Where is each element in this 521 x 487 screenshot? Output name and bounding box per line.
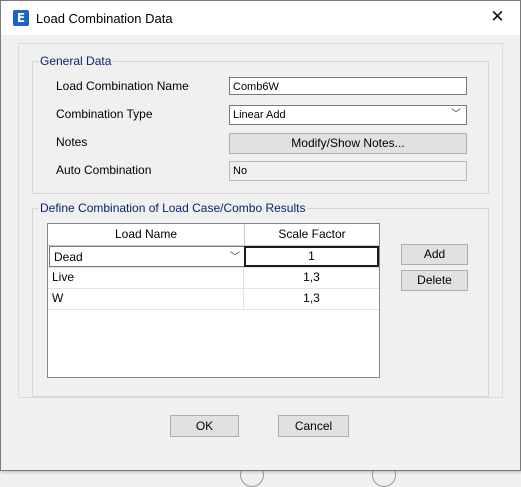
- table-row[interactable]: Live 1,3: [48, 267, 379, 289]
- combination-type-value: Linear Add: [233, 109, 286, 121]
- load-name-value: Dead: [54, 250, 83, 264]
- scale-factor-cell[interactable]: 1,3: [244, 267, 379, 288]
- table-row[interactable]: Dead ﹀ 1: [48, 246, 379, 268]
- window-title: Load Combination Data: [36, 11, 173, 26]
- scale-factor-cell[interactable]: 1: [244, 246, 379, 267]
- combination-type-label: Combination Type: [56, 107, 153, 121]
- chevron-down-icon: ﹀: [230, 252, 240, 263]
- close-icon: ✕: [490, 7, 505, 27]
- combination-type-select[interactable]: Linear Add ﹀: [229, 105, 467, 125]
- app-icon: E: [13, 10, 29, 26]
- chevron-down-icon: ﹀: [451, 109, 461, 120]
- load-combination-dialog: E Load Combination Data ✕ General Data L…: [0, 0, 521, 471]
- load-name-select[interactable]: Dead ﹀: [49, 246, 245, 267]
- ok-button[interactable]: OK: [170, 415, 239, 437]
- define-combination-group-label: Define Combination of Load Case/Combo Re…: [38, 201, 308, 215]
- column-header-load-name[interactable]: Load Name: [48, 224, 245, 245]
- column-header-scale-factor[interactable]: Scale Factor: [245, 224, 379, 245]
- grid-header: Load Name Scale Factor: [48, 224, 379, 246]
- add-row-button[interactable]: Add: [401, 244, 468, 265]
- general-data-group-label: General Data: [38, 54, 114, 68]
- load-case-grid[interactable]: Load Name Scale Factor Dead ﹀ 1 Live 1,3…: [47, 223, 380, 378]
- notes-label: Notes: [56, 135, 88, 149]
- auto-combination-value: No: [229, 161, 467, 181]
- table-row[interactable]: W 1,3: [48, 288, 379, 310]
- modify-show-notes-button[interactable]: Modify/Show Notes...: [229, 133, 467, 154]
- combination-name-label: Load Combination Name: [56, 79, 189, 93]
- cancel-button[interactable]: Cancel: [278, 415, 349, 437]
- delete-row-button[interactable]: Delete: [401, 270, 468, 291]
- combination-name-input[interactable]: Comb6W: [229, 77, 467, 95]
- title-bar[interactable]: E Load Combination Data ✕: [1, 1, 520, 35]
- load-name-cell[interactable]: W: [48, 288, 244, 309]
- close-button[interactable]: ✕: [475, 1, 520, 35]
- scale-factor-cell[interactable]: 1,3: [244, 288, 379, 309]
- load-name-cell[interactable]: Live: [48, 267, 244, 288]
- auto-combination-label: Auto Combination: [56, 163, 152, 177]
